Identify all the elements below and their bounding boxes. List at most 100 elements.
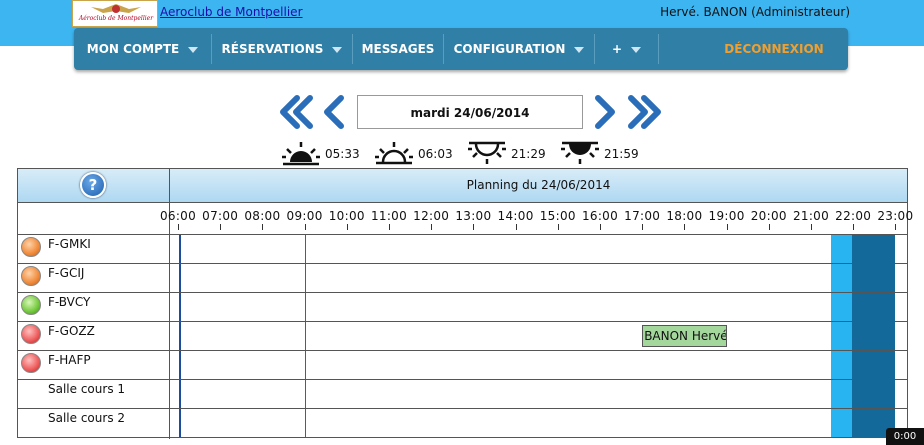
hour-label: 19:00 <box>708 209 745 223</box>
planning-header-left: ? <box>18 169 170 202</box>
twilight-zone <box>831 293 853 321</box>
hour-tick <box>431 224 433 230</box>
resource-track[interactable]: BANON Hervé <box>170 322 907 350</box>
status-red-icon <box>21 353 41 373</box>
sunrise-marker <box>179 351 182 379</box>
hour-label: 13:00 <box>455 209 492 223</box>
sunset-time: 21:29 <box>467 140 552 166</box>
hour-label: 06:00 <box>159 209 197 223</box>
main-menu: MON COMPTE RÉSERVATIONS MESSAGES CONFIGU… <box>74 28 848 70</box>
hour-label: 09:00 <box>286 209 323 223</box>
sunrise-marker <box>179 322 182 350</box>
resource-track[interactable] <box>170 409 907 437</box>
resource-name[interactable]: Salle cours 2 <box>48 411 125 425</box>
resource-name[interactable]: F-GCIJ <box>48 266 84 280</box>
current-time-marker <box>304 235 306 263</box>
chevron-down-icon <box>574 46 585 53</box>
menu-label: MESSAGES <box>361 42 435 56</box>
sunrise-time: 06:03 <box>374 140 459 166</box>
logo-text: Aéroclub de Montpellier <box>78 15 154 22</box>
hour-label: 11:00 <box>370 209 408 223</box>
sunset-icon <box>468 141 506 164</box>
resource-track[interactable] <box>170 235 907 263</box>
hour-tick <box>726 224 728 230</box>
resource-name[interactable]: F-GOZZ <box>48 324 95 338</box>
hour-tick <box>853 224 855 230</box>
booking-block[interactable]: BANON Hervé <box>642 325 727 347</box>
dawn-time-value: 05:33 <box>325 147 360 161</box>
hour-tick <box>557 224 559 230</box>
night-zone <box>852 293 896 321</box>
menu-more[interactable]: + <box>595 28 658 70</box>
dusk-time-value: 21:59 <box>604 147 639 161</box>
club-logo[interactable]: Aéroclub de Montpellier <box>72 0 158 27</box>
chevron-right-icon <box>595 95 615 129</box>
current-time-marker <box>304 293 306 321</box>
night-zone <box>852 235 896 263</box>
twilight-zone <box>831 351 853 379</box>
hour-tick <box>262 224 264 230</box>
resource-name[interactable]: F-HAFP <box>48 353 91 367</box>
hour-label: 12:00 <box>413 209 450 223</box>
resource-track[interactable] <box>170 293 907 321</box>
hour-tick <box>515 224 517 230</box>
current-time-marker <box>304 264 306 292</box>
twilight-zone <box>831 264 853 292</box>
sunrise-marker <box>179 293 182 321</box>
previous-day-button[interactable] <box>322 95 346 133</box>
hour-label: 15:00 <box>539 209 576 223</box>
menu-messages[interactable]: MESSAGES <box>353 28 443 70</box>
chevron-down-icon <box>631 46 642 53</box>
menu-label: CONFIGURATION <box>453 42 566 56</box>
resource-track[interactable] <box>170 264 907 292</box>
chevron-left-icon <box>324 95 344 129</box>
site-title-link[interactable]: Aeroclub de Montpellier <box>160 5 303 19</box>
hour-tick <box>304 224 306 230</box>
resource-track[interactable] <box>170 380 907 408</box>
night-zone <box>852 351 896 379</box>
grid-line <box>18 202 907 203</box>
dusk-icon <box>561 141 599 164</box>
resource-track[interactable] <box>170 351 907 379</box>
double-chevron-left-icon <box>280 95 313 129</box>
hour-label: 17:00 <box>624 209 661 223</box>
menu-configuration[interactable]: CONFIGURATION <box>444 28 594 70</box>
hour-tick <box>768 224 770 230</box>
help-icon[interactable]: ? <box>80 172 106 198</box>
menu-mon-compte[interactable]: MON COMPTE <box>74 28 211 70</box>
next-day-button[interactable] <box>593 95 617 133</box>
resource-name[interactable]: F-GMKI <box>48 237 91 251</box>
hour-tick <box>220 224 222 230</box>
resource-name[interactable]: F-BVCY <box>48 295 90 309</box>
resource-name[interactable]: Salle cours 1 <box>48 382 125 396</box>
hour-tick <box>346 224 348 230</box>
twilight-zone <box>831 322 853 350</box>
next-week-button[interactable] <box>628 95 662 133</box>
sunrise-marker <box>179 380 182 408</box>
current-date-field[interactable]: mardi 24/06/2014 <box>357 95 583 129</box>
sunset-time-value: 21:29 <box>511 147 546 161</box>
hour-label: 18:00 <box>666 209 703 223</box>
sunrise-icon <box>375 142 413 165</box>
status-green-icon <box>21 295 41 315</box>
double-chevron-right-icon <box>628 95 661 129</box>
sunrise-time-value: 06:03 <box>418 147 453 161</box>
status-orange-icon <box>21 237 41 257</box>
chevron-down-icon <box>332 46 343 53</box>
hour-tick <box>178 224 179 230</box>
hour-label: 08:00 <box>244 209 281 223</box>
sunrise-marker <box>179 235 182 263</box>
hour-tick <box>811 224 812 230</box>
night-zone <box>852 322 896 350</box>
planning-grid: ? Planning du 24/06/2014 06:00 07:00 08:00… <box>17 168 913 439</box>
menu-label: RÉSERVATIONS <box>221 42 324 56</box>
hour-label: 22:00 <box>835 209 872 223</box>
hour-tick <box>684 224 686 230</box>
logout-button[interactable]: DÉCONNEXION <box>714 28 834 70</box>
sunrise-marker <box>179 264 182 292</box>
dawn-time: 05:33 <box>281 140 366 166</box>
current-time-marker <box>304 380 306 408</box>
hour-label: 16:00 <box>581 209 619 223</box>
previous-week-button[interactable] <box>279 95 313 133</box>
menu-reservations[interactable]: RÉSERVATIONS <box>212 28 352 70</box>
